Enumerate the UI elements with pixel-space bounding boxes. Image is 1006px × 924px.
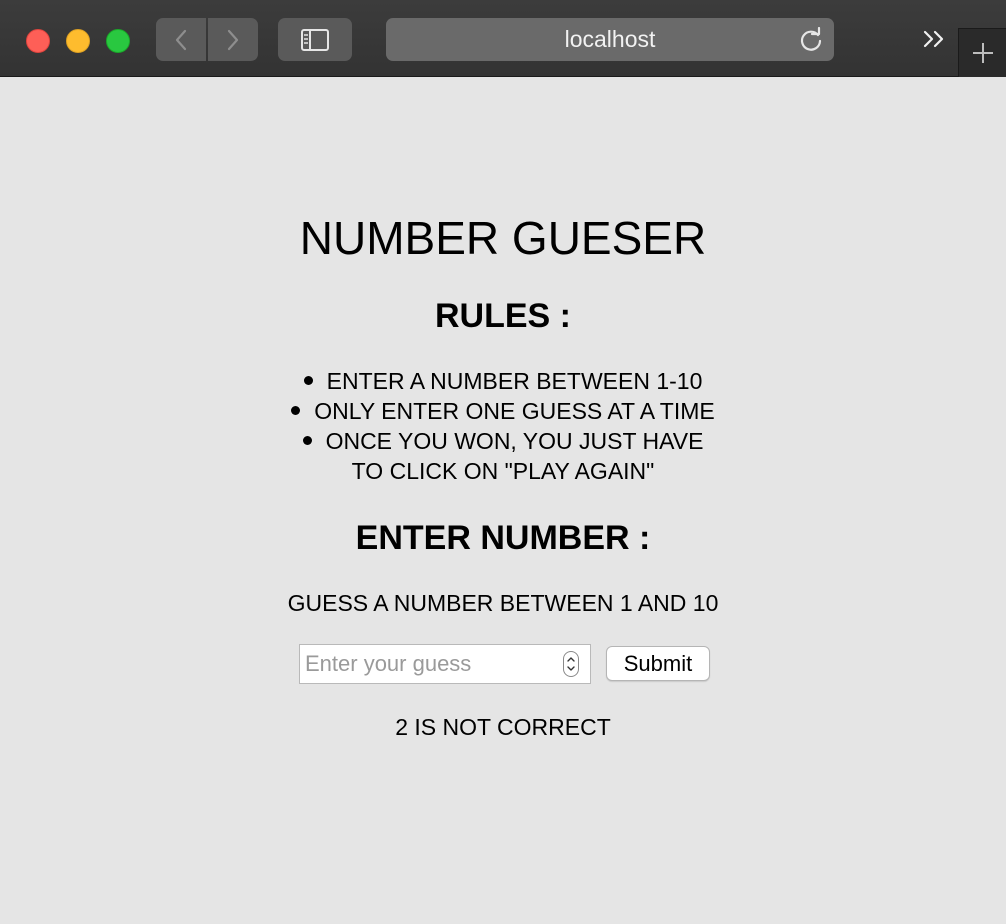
maximize-window-button[interactable] [106,29,130,53]
chevron-left-icon [175,29,187,50]
page-content: NUMBER GUESER RULES : ENTER A NUMBER BET… [0,78,1006,924]
page-title: NUMBER GUESER [299,212,707,264]
enter-number-heading: ENTER NUMBER : [355,519,651,557]
browser-toolbar: localhost [0,0,1006,77]
chevron-right-icon [227,29,239,50]
sidebar-icon [301,28,329,51]
close-window-button[interactable] [26,29,50,53]
rule-item: ONCE YOU WON, YOU JUST HAVE [0,426,1006,456]
address-bar[interactable]: localhost [386,18,834,61]
rule-item: ONLY ENTER ONE GUESS AT A TIME [0,396,1006,426]
guess-input[interactable] [300,645,550,683]
double-chevron-right-icon [923,30,944,48]
rule-item-continuation: TO CLICK ON "PLAY AGAIN" [0,456,1006,486]
rule-item: ENTER A NUMBER BETWEEN 1-10 [0,366,1006,396]
new-tab-button[interactable] [958,28,1006,77]
back-button[interactable] [156,18,206,61]
rule-text: ONCE YOU WON, YOU JUST HAVE [325,428,704,454]
rule-text: ONLY ENTER ONE GUESS AT A TIME [314,398,715,424]
guess-input-field [299,644,591,684]
rule-text: ENTER A NUMBER BETWEEN 1-10 [326,368,703,394]
number-stepper[interactable] [563,651,579,677]
rules-heading: RULES : [435,297,571,335]
stepper-arrows-icon [567,657,575,671]
plus-icon [972,43,993,63]
rule-text: TO CLICK ON "PLAY AGAIN" [351,458,655,484]
minimize-window-button[interactable] [66,29,90,53]
address-url: localhost [564,26,656,52]
bullet-icon [302,436,312,446]
forward-button[interactable] [208,18,258,61]
reload-icon[interactable] [798,27,824,53]
sidebar-toggle-button[interactable] [278,18,352,61]
instruction-text: GUESS A NUMBER BETWEEN 1 AND 10 [287,590,719,616]
bullet-icon [303,376,313,386]
more-tabs-button[interactable] [918,24,950,54]
submit-button[interactable]: Submit [606,646,710,681]
navigation-buttons [156,18,258,61]
guess-result-message: 2 IS NOT CORRECT [395,714,611,740]
rules-list: ENTER A NUMBER BETWEEN 1-10 ONLY ENTER O… [0,366,1006,486]
bullet-icon [291,406,301,416]
